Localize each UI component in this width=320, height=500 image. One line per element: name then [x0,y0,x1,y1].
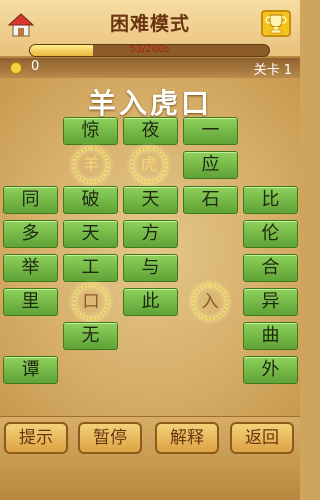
char-tile[interactable]: 破 [63,186,118,214]
char-tile[interactable]: 石 [183,186,238,214]
char-tile[interactable]: 天 [123,186,178,214]
explain-button[interactable]: 解释 [155,422,219,454]
time-progress-text: 53/200s [129,44,170,55]
home-icon [7,13,35,37]
trophy-button[interactable] [261,10,291,37]
home-button[interactable] [7,11,35,39]
back-button[interactable]: 返回 [230,422,294,454]
coin-count: 0 [31,59,40,74]
header: 困难模式 53/200s [0,0,300,58]
char-tile[interactable]: 合 [243,254,298,282]
char-tile[interactable]: 方 [123,220,178,248]
score-row: 0 关卡 1 [0,58,300,78]
char-tile[interactable]: 伦 [243,220,298,248]
char-tile[interactable]: 里 [3,288,58,316]
bottom-toolbar: 提示 暂停 解释 返回 [0,416,300,500]
char-tile[interactable]: 举 [3,254,58,282]
char-tile[interactable]: 无 [63,322,118,350]
char-tile[interactable]: 谭 [3,356,58,384]
char-tile[interactable]: 此 [123,288,178,316]
time-progress-bar: 53/200s [29,44,270,57]
level-indicator: 关卡 1 [253,63,292,78]
char-tile[interactable]: 多 [3,220,58,248]
char-tile[interactable]: 与 [123,254,178,282]
char-tile[interactable]: 同 [3,186,58,214]
char-tile[interactable]: 惊 [63,117,118,145]
answer-slot[interactable]: 入 [192,284,228,320]
pause-button[interactable]: 暂停 [78,422,142,454]
char-tile[interactable]: 应 [183,151,238,179]
answer-slot[interactable]: 虎 [131,147,167,183]
target-idiom: 羊入虎口 [87,87,212,120]
char-tile[interactable]: 外 [243,356,298,384]
answer-slot[interactable]: 羊 [73,147,109,183]
coin-icon [10,62,22,74]
char-tile[interactable]: 夜 [123,117,178,145]
char-tile[interactable]: 曲 [243,322,298,350]
char-tile[interactable]: 一 [183,117,238,145]
char-tile[interactable]: 比 [243,186,298,214]
char-tile[interactable]: 天 [63,220,118,248]
trophy-icon [265,14,287,34]
hint-button[interactable]: 提示 [4,422,68,454]
char-tile[interactable]: 工 [63,254,118,282]
page-title: 困难模式 [109,13,190,35]
char-tile[interactable]: 异 [243,288,298,316]
answer-slot[interactable]: 口 [73,284,109,320]
